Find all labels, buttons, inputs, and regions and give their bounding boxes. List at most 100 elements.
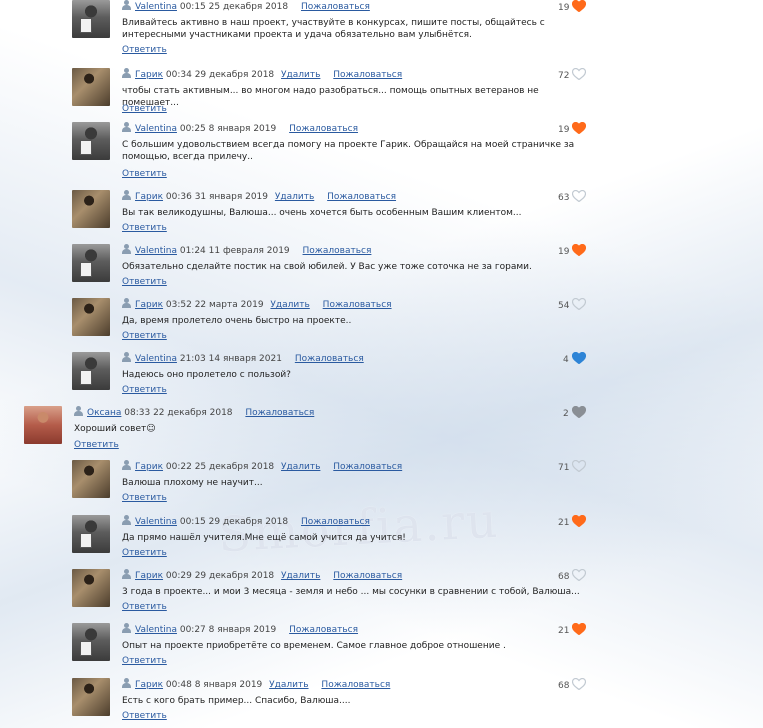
report-link[interactable]: Пожаловаться bbox=[333, 571, 402, 581]
reply-link[interactable]: Ответить bbox=[122, 331, 167, 341]
report-link[interactable]: Пожаловаться bbox=[327, 192, 396, 202]
comment-header: Valentina 00:25 8 января 2019 Пожаловать… bbox=[122, 122, 358, 134]
author-link[interactable]: Valentina bbox=[135, 2, 177, 12]
user-icon bbox=[122, 460, 131, 470]
author-link[interactable]: Гарик bbox=[135, 70, 163, 80]
report-link[interactable]: Пожаловаться bbox=[303, 246, 372, 256]
report-link[interactable]: Пожаловаться bbox=[333, 462, 402, 472]
like-count: 68 bbox=[558, 681, 570, 691]
author-link[interactable]: Valentina bbox=[135, 246, 177, 256]
delete-link[interactable]: Удалить bbox=[275, 192, 314, 202]
reply-link[interactable]: Ответить bbox=[74, 440, 119, 450]
avatar[interactable] bbox=[72, 569, 110, 607]
author-link[interactable]: Valentina bbox=[135, 517, 177, 527]
delete-link[interactable]: Удалить bbox=[270, 300, 309, 310]
reply-link[interactable]: Ответить bbox=[122, 385, 167, 395]
delete-link[interactable]: Удалить bbox=[281, 462, 320, 472]
like-heart-icon[interactable] bbox=[572, 298, 587, 310]
like-heart-icon[interactable] bbox=[572, 244, 587, 256]
author-link[interactable]: Valentina bbox=[135, 354, 177, 364]
like-count: 72 bbox=[558, 71, 570, 81]
reply-link[interactable]: Ответить bbox=[122, 169, 167, 179]
like-heart-icon[interactable] bbox=[572, 678, 587, 690]
user-icon bbox=[122, 678, 131, 688]
comment-item: Valentina 00:15 29 декабря 2018 Пожалова… bbox=[72, 515, 620, 565]
comment-header: Valentina 00:27 8 января 2019 Пожаловать… bbox=[122, 623, 358, 635]
author-link[interactable]: Оксана bbox=[87, 408, 121, 418]
like-counter: 4 bbox=[563, 352, 586, 366]
avatar[interactable] bbox=[72, 678, 110, 716]
like-heart-icon[interactable] bbox=[572, 569, 587, 581]
like-count: 21 bbox=[558, 626, 570, 636]
delete-link[interactable]: Удалить bbox=[269, 680, 308, 690]
report-link[interactable]: Пожаловаться bbox=[245, 408, 314, 418]
avatar[interactable] bbox=[72, 623, 110, 661]
reply-link[interactable]: Ответить bbox=[122, 45, 167, 55]
report-link[interactable]: Пожаловаться bbox=[321, 680, 390, 690]
avatar[interactable] bbox=[72, 68, 110, 106]
avatar[interactable] bbox=[72, 244, 110, 282]
report-link[interactable]: Пожаловаться bbox=[323, 300, 392, 310]
user-icon bbox=[122, 515, 131, 525]
like-counter: 63 bbox=[558, 190, 587, 204]
reply-link[interactable]: Ответить bbox=[122, 548, 167, 558]
author-link[interactable]: Гарик bbox=[135, 462, 163, 472]
user-icon bbox=[122, 190, 131, 200]
comment-datetime: 21:03 14 января 2021 bbox=[179, 354, 282, 364]
comment-datetime: 00:25 8 января 2019 bbox=[179, 124, 277, 134]
user-icon bbox=[122, 122, 131, 132]
avatar[interactable] bbox=[72, 0, 110, 38]
avatar[interactable] bbox=[72, 190, 110, 228]
delete-link[interactable]: Удалить bbox=[281, 571, 320, 581]
report-link[interactable]: Пожаловаться bbox=[301, 2, 370, 12]
reply-link[interactable]: Ответить bbox=[122, 711, 167, 721]
like-heart-icon[interactable] bbox=[572, 623, 587, 635]
like-heart-icon[interactable] bbox=[572, 122, 587, 134]
author-link[interactable]: Гарик bbox=[135, 192, 163, 202]
avatar[interactable] bbox=[72, 122, 110, 160]
reply-link[interactable]: Ответить bbox=[122, 656, 167, 666]
avatar[interactable] bbox=[72, 298, 110, 336]
like-count: 19 bbox=[558, 3, 570, 13]
avatar[interactable] bbox=[72, 515, 110, 553]
comment-datetime: 00:15 25 декабря 2018 bbox=[179, 2, 289, 12]
author-link[interactable]: Гарик bbox=[135, 680, 163, 690]
report-link[interactable]: Пожаловаться bbox=[333, 70, 402, 80]
author-link[interactable]: Гарик bbox=[135, 300, 163, 310]
report-link[interactable]: Пожаловаться bbox=[289, 625, 358, 635]
comment-datetime: 00:34 29 декабря 2018 bbox=[165, 70, 275, 80]
like-heart-icon[interactable] bbox=[572, 68, 587, 80]
like-counter: 19 bbox=[558, 0, 587, 14]
author-link[interactable]: Гарик bbox=[135, 571, 163, 581]
comment-header: Гарик 00:22 25 декабря 2018 Удалить Пожа… bbox=[122, 460, 402, 472]
comment-datetime: 00:36 31 января 2019 bbox=[165, 192, 269, 202]
reply-link[interactable]: Ответить bbox=[122, 602, 167, 612]
reply-link[interactable]: Ответить bbox=[122, 277, 167, 287]
like-counter: 54 bbox=[558, 298, 587, 312]
report-link[interactable]: Пожаловаться bbox=[295, 354, 364, 364]
like-heart-icon[interactable] bbox=[571, 352, 586, 364]
avatar[interactable] bbox=[72, 460, 110, 498]
author-link[interactable]: Valentina bbox=[135, 124, 177, 134]
reply-link[interactable]: Ответить bbox=[122, 223, 167, 233]
like-heart-icon[interactable] bbox=[572, 190, 587, 202]
avatar[interactable] bbox=[72, 352, 110, 390]
report-link[interactable]: Пожаловаться bbox=[289, 124, 358, 134]
comment-datetime: 00:48 8 января 2019 bbox=[165, 680, 263, 690]
delete-link[interactable]: Удалить bbox=[281, 70, 320, 80]
like-heart-icon[interactable] bbox=[572, 515, 587, 527]
comment-datetime: 00:15 29 декабря 2018 bbox=[179, 517, 289, 527]
report-link[interactable]: Пожаловаться bbox=[301, 517, 370, 527]
comment-item: Valentina 01:24 11 февраля 2019 Пожалова… bbox=[72, 244, 620, 294]
like-heart-icon[interactable] bbox=[572, 460, 587, 472]
like-count: 19 bbox=[558, 247, 570, 257]
comment-text: Есть с кого брать пример... Спасибо, Вал… bbox=[122, 696, 351, 706]
like-count: 21 bbox=[558, 518, 570, 528]
like-heart-icon[interactable] bbox=[571, 406, 586, 418]
comment-item: Оксана 08:33 22 декабря 2018 Пожаловатьс… bbox=[24, 406, 620, 456]
like-heart-icon[interactable] bbox=[572, 0, 587, 12]
reply-link[interactable]: Ответить bbox=[122, 104, 167, 114]
reply-link[interactable]: Ответить bbox=[122, 493, 167, 503]
avatar[interactable] bbox=[24, 406, 62, 444]
author-link[interactable]: Valentina bbox=[135, 625, 177, 635]
